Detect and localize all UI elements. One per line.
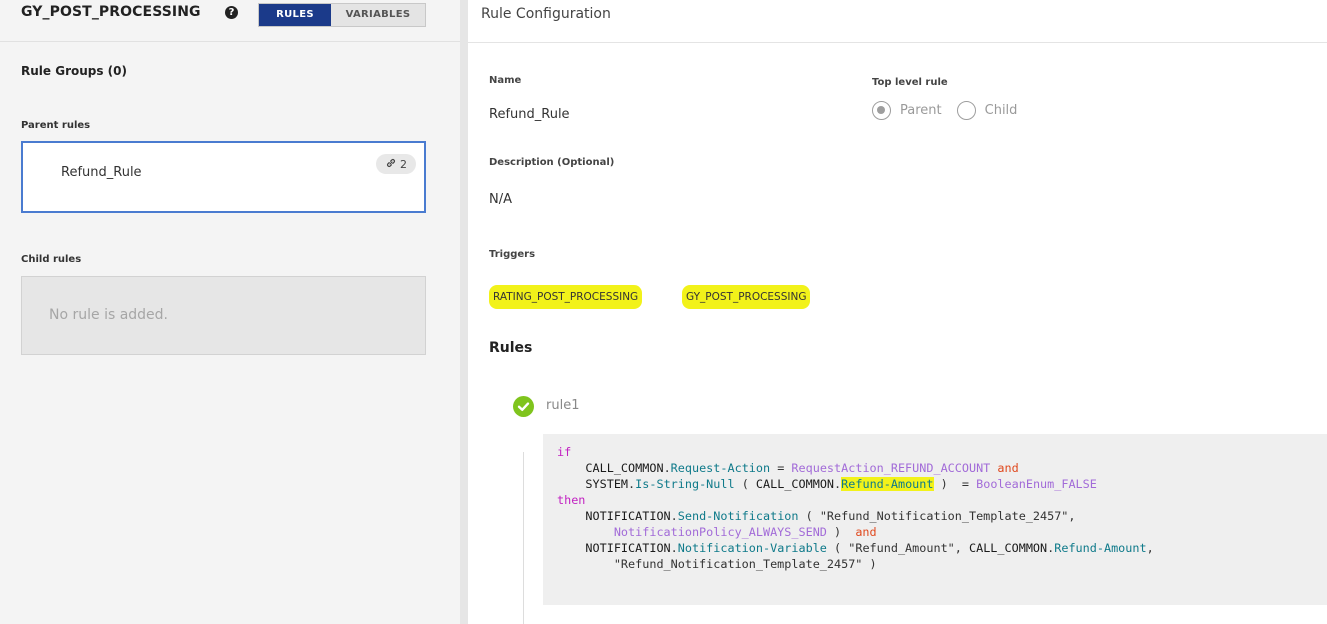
code-keyword: then xyxy=(557,493,586,507)
code-object: CALL_COMMON xyxy=(969,541,1048,555)
triggers-label: Triggers xyxy=(489,249,536,260)
link-count: 2 xyxy=(400,157,407,171)
code-member-highlighted: Refund-Amount xyxy=(841,477,934,491)
radio-child[interactable] xyxy=(956,101,976,120)
code-member: Is-String-Null xyxy=(635,477,735,491)
parent-rules-label: Parent rules xyxy=(21,120,91,131)
tab-variables[interactable]: VARIABLES xyxy=(331,4,425,26)
code-object: SYSTEM xyxy=(585,477,629,491)
description-label: Description (Optional) xyxy=(489,157,615,168)
code-keyword: if xyxy=(557,445,572,459)
code-object: NOTIFICATION xyxy=(585,509,671,523)
code-and: and xyxy=(997,461,1019,475)
radio-child-label: Child xyxy=(984,103,1018,118)
empty-message: No rule is added. xyxy=(49,307,169,323)
rule-name[interactable]: rule1 xyxy=(546,398,579,413)
code-string: "Refund_Amount" xyxy=(848,541,955,555)
rule-code-block[interactable]: if CALL_COMMON.Request-Action = RequestA… xyxy=(543,434,1327,605)
panel-divider[interactable] xyxy=(460,0,468,624)
rules-title: Rules xyxy=(489,340,533,356)
code-object: CALL_COMMON xyxy=(585,461,664,475)
page-title: Rule Configuration xyxy=(481,6,611,22)
code-enum: RequestAction_REFUND_ACCOUNT xyxy=(791,461,991,475)
radio-parent-label: Parent xyxy=(900,103,942,118)
name-value: Refund_Rule xyxy=(489,107,570,122)
code-member: Refund-Amount xyxy=(1054,541,1147,555)
code-string: "Refund_Notification_Template_2457" xyxy=(613,557,863,571)
tab-rules[interactable]: RULES xyxy=(259,4,331,26)
code-operator: = xyxy=(770,461,792,475)
tab-bar: RULES VARIABLES xyxy=(258,3,426,27)
code-enum: BooleanEnum_FALSE xyxy=(976,477,1097,491)
rule-tree-line xyxy=(523,452,524,624)
left-panel: GY_POST_PROCESSING ? RULES VARIABLES Rul… xyxy=(0,0,460,624)
rule-groups-title: Rule Groups (0) xyxy=(21,64,127,78)
left-header: GY_POST_PROCESSING ? RULES VARIABLES xyxy=(0,0,460,42)
parent-rule-name: Refund_Rule xyxy=(61,165,142,180)
trigger-chip: GY_POST_PROCESSING xyxy=(682,285,811,309)
link-count-badge[interactable]: 2 xyxy=(376,154,416,174)
name-label: Name xyxy=(489,75,522,86)
description-value: N/A xyxy=(489,192,512,207)
code-member: Request-Action xyxy=(670,461,771,475)
top-level-label: Top level rule xyxy=(872,77,948,88)
top-level-radio-group: Parent Child xyxy=(872,101,1032,120)
link-icon xyxy=(385,157,397,172)
code-string: "Refund_Notification_Template_2457" xyxy=(819,509,1069,523)
code-member: Notification-Variable xyxy=(677,541,827,555)
child-rules-label: Child rules xyxy=(21,254,82,265)
code-member: Send-Notification xyxy=(677,509,799,523)
right-header: Rule Configuration xyxy=(468,0,1327,43)
trigger-chip: RATING_POST_PROCESSING xyxy=(489,285,643,309)
radio-parent[interactable] xyxy=(872,101,891,120)
help-icon[interactable]: ? xyxy=(225,6,238,19)
code-object: CALL_COMMON xyxy=(755,477,835,491)
code-object: NOTIFICATION xyxy=(585,541,671,555)
parent-rule-card[interactable]: Refund_Rule 2 xyxy=(21,141,426,213)
code-and: and xyxy=(855,525,877,539)
check-circle-icon xyxy=(513,396,534,417)
code-enum: NotificationPolicy_ALWAYS_SEND xyxy=(613,525,827,539)
app-title: GY_POST_PROCESSING xyxy=(21,4,201,20)
rule-code: if CALL_COMMON.Request-Action = RequestA… xyxy=(557,445,1154,571)
child-rules-empty: No rule is added. xyxy=(21,276,426,355)
